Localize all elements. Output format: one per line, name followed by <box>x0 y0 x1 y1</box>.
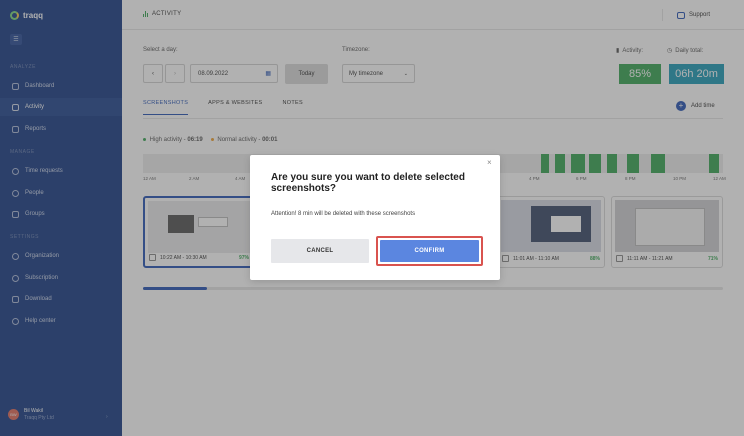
dialog-message: Attention! 8 min will be deleted with th… <box>271 211 416 217</box>
confirm-button-highlight: CONFIRM <box>376 236 483 266</box>
cancel-button[interactable]: CANCEL <box>271 239 369 263</box>
dialog-title: Are you sure you want to delete selected… <box>271 172 465 194</box>
delete-confirmation-dialog: × Are you sure you want to delete select… <box>250 155 500 280</box>
close-icon[interactable]: × <box>487 158 492 167</box>
confirm-button[interactable]: CONFIRM <box>380 240 479 262</box>
